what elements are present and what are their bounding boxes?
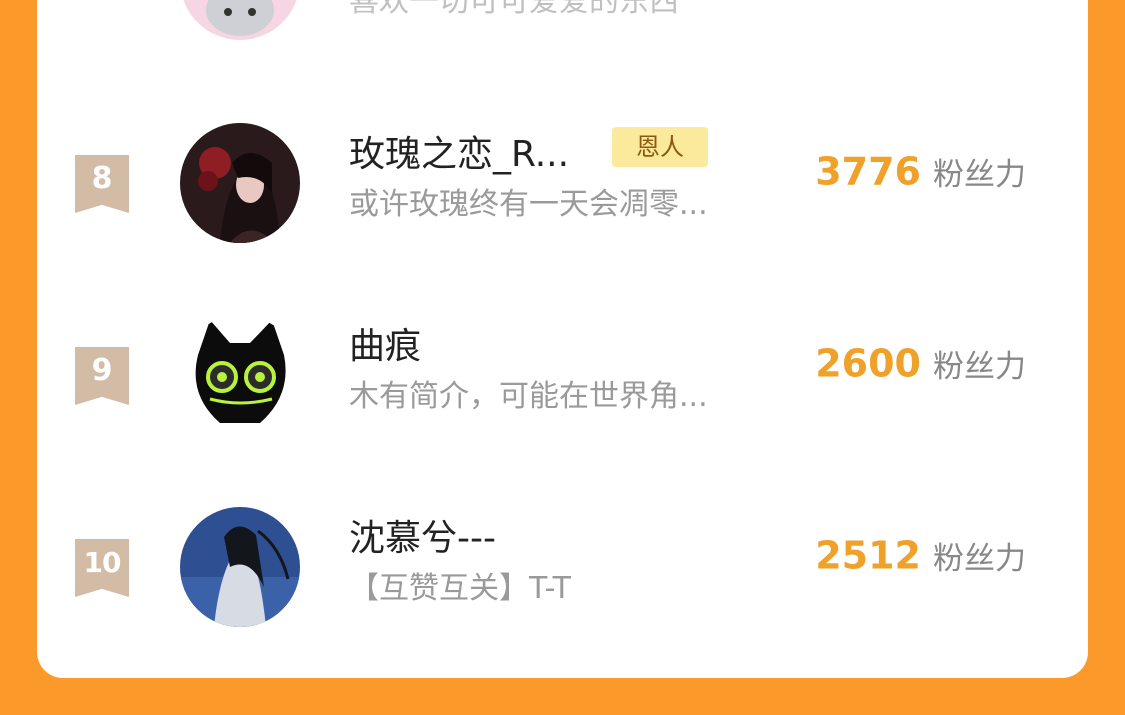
fan-power-value: 3776 — [815, 149, 921, 194]
fan-ranking-card: 喜欢一切可可爱爱的东西 8 玫瑰之恋_R... 恩人 或许玫瑰终有一天会凋零..… — [37, 0, 1088, 678]
ranking-row[interactable]: 9 曲痕 木有简介，可能在世界角... 2600 粉丝力 — [37, 297, 1088, 487]
user-name[interactable]: 曲痕 — [349, 317, 421, 369]
row-7-bio: 喜欢一切可可爱爱的东西 — [349, 0, 679, 19]
fan-power-value: 2512 — [815, 533, 921, 578]
rank-badge: 10 — [75, 539, 129, 597]
avatar[interactable] — [180, 507, 300, 627]
user-bio: 木有简介，可能在世界角... — [349, 379, 708, 414]
fan-power: 2512 粉丝力 — [815, 533, 1026, 578]
ranking-row[interactable]: 8 玫瑰之恋_R... 恩人 或许玫瑰终有一天会凋零... 3776 粉丝力 — [37, 105, 1088, 295]
fan-power-unit: 粉丝力 — [933, 157, 1026, 193]
ranking-row[interactable]: 10 沈慕兮--- 【互赞互关】T-T 2512 粉丝力 — [37, 489, 1088, 678]
fan-power-value: 2600 — [815, 341, 921, 386]
user-name[interactable]: 玫瑰之恋_R... — [349, 125, 569, 177]
fan-power-unit: 粉丝力 — [933, 541, 1026, 577]
user-name[interactable]: 沈慕兮--- — [349, 509, 496, 561]
fan-power-unit: 粉丝力 — [933, 349, 1026, 385]
avatar[interactable] — [180, 123, 300, 243]
user-bio: 或许玫瑰终有一天会凋零... — [349, 187, 708, 222]
avatar-row-7[interactable] — [180, 0, 300, 40]
fan-power: 2600 粉丝力 — [815, 341, 1026, 386]
avatar[interactable] — [180, 315, 300, 435]
fan-power: 3776 粉丝力 — [815, 149, 1026, 194]
title-badge: 恩人 — [612, 127, 708, 167]
user-bio: 【互赞互关】T-T — [349, 571, 571, 606]
rank-badge: 9 — [75, 347, 129, 405]
rank-badge: 8 — [75, 155, 129, 213]
